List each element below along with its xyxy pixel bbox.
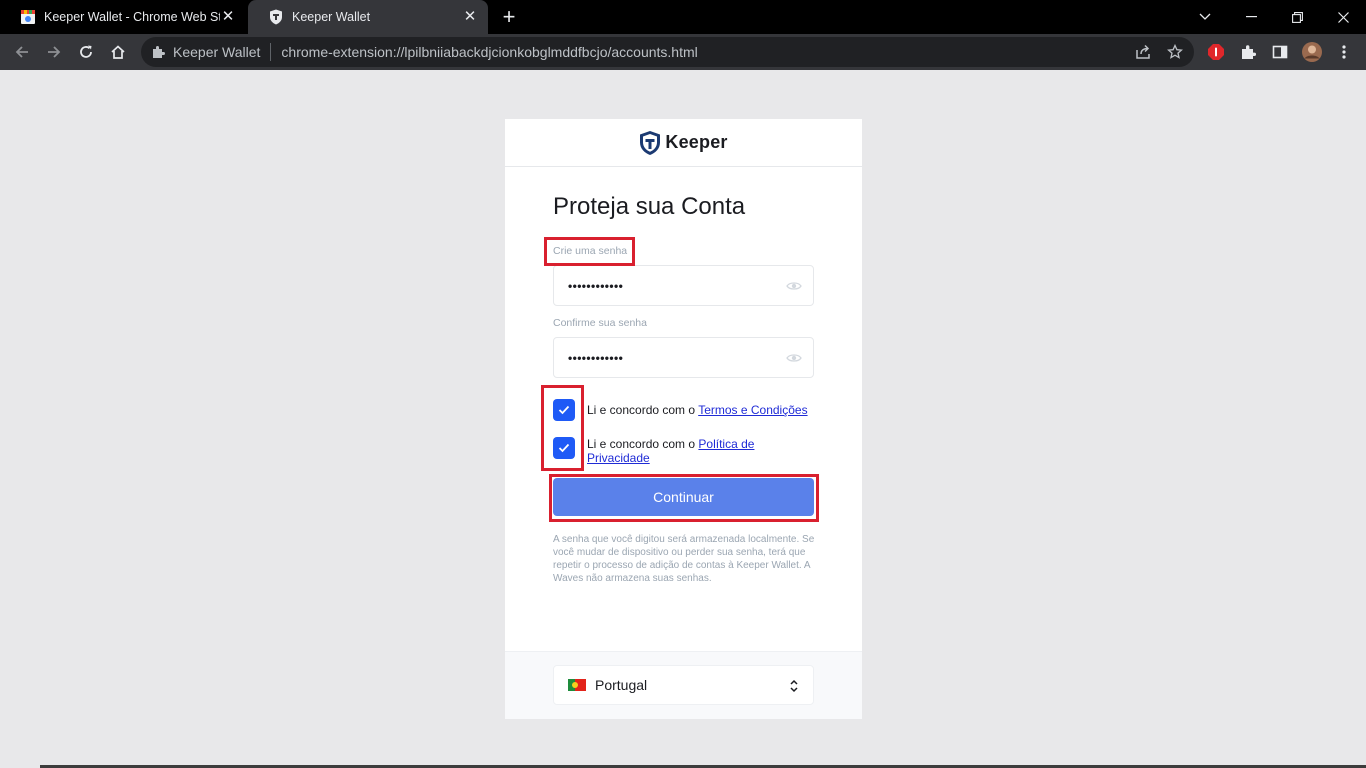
adblock-icon[interactable] xyxy=(1202,38,1230,66)
bookmark-star-icon[interactable] xyxy=(1162,39,1188,65)
password-field[interactable]: •••••••••••• xyxy=(553,265,814,306)
highlight-checkboxes xyxy=(541,385,584,471)
minimize-icon[interactable] xyxy=(1228,0,1274,34)
password-storage-note: A senha que você digitou será armazenada… xyxy=(553,534,815,584)
logo-text: Keeper xyxy=(665,132,728,152)
password-value: •••••••••••• xyxy=(568,278,624,293)
extension-name: Keeper Wallet xyxy=(173,44,261,60)
privacy-text: Li e concordo com o Política de Privacid… xyxy=(587,437,762,465)
language-select[interactable]: Portugal xyxy=(553,665,814,705)
more-menu-icon[interactable] xyxy=(1330,38,1358,66)
page-title: Proteja sua Conta xyxy=(553,193,746,220)
keeper-logo: Keeper xyxy=(639,130,727,156)
portugal-flag-icon xyxy=(568,679,586,691)
highlight-continue-button xyxy=(549,474,819,522)
close-window-icon[interactable] xyxy=(1320,0,1366,34)
terms-text: Li e concordo com o Termos e Condições xyxy=(587,403,808,417)
profile-avatar[interactable] xyxy=(1298,38,1326,66)
up-down-chevron-icon xyxy=(790,679,798,693)
confirm-password-value: •••••••••••• xyxy=(568,350,624,365)
terms-link[interactable]: Termos e Condições xyxy=(698,403,807,417)
extension-chip[interactable]: Keeper Wallet xyxy=(151,44,260,60)
browser-toolbar: Keeper Wallet chrome-extension://lpilbni… xyxy=(0,34,1366,70)
privacy-row: Li e concordo com o Política de Privacid… xyxy=(553,437,823,465)
puzzle-icon xyxy=(153,46,165,58)
show-password-eye-icon[interactable] xyxy=(785,278,803,294)
keeper-shield-icon xyxy=(640,130,661,155)
reload-icon[interactable] xyxy=(72,38,100,66)
language-name: Portugal xyxy=(595,677,648,693)
show-confirm-password-eye-icon[interactable] xyxy=(785,350,803,366)
address-bar[interactable]: Keeper Wallet chrome-extension://lpilbni… xyxy=(141,37,1194,67)
omnibox-divider xyxy=(270,43,272,61)
close-tab-icon[interactable]: ✕ xyxy=(220,9,236,25)
tab-search-icon[interactable] xyxy=(1182,0,1228,34)
url-text[interactable]: chrome-extension://lpilbniiabackdjcionko… xyxy=(281,44,697,60)
extensions-puzzle-icon[interactable] xyxy=(1234,38,1262,66)
card-footer: Portugal xyxy=(505,651,862,719)
keeper-icon xyxy=(268,9,284,25)
web-store-icon xyxy=(20,9,36,25)
confirm-password-field[interactable]: •••••••••••• xyxy=(553,337,814,378)
terms-prefix: Li e concordo com o xyxy=(587,403,699,417)
tab-web-store[interactable]: Keeper Wallet - Chrome Web Store ✕ xyxy=(0,0,246,34)
tab-title: Keeper Wallet xyxy=(292,10,371,24)
back-arrow-icon[interactable] xyxy=(8,38,36,66)
new-tab-button[interactable]: + xyxy=(498,6,520,28)
tab-title: Keeper Wallet - Chrome Web Store xyxy=(44,10,220,24)
side-panel-icon[interactable] xyxy=(1266,38,1294,66)
tab-strip: Keeper Wallet - Chrome Web Store ✕ Keepe… xyxy=(0,0,1366,34)
share-icon[interactable] xyxy=(1130,39,1156,65)
close-tab-icon[interactable]: ✕ xyxy=(462,9,478,25)
tab-keeper-wallet[interactable]: Keeper Wallet ✕ xyxy=(248,0,488,34)
highlight-password-label xyxy=(544,237,635,266)
privacy-prefix: Li e concordo com o xyxy=(587,437,699,451)
terms-row: Li e concordo com o Termos e Condições xyxy=(553,399,823,421)
restore-icon[interactable] xyxy=(1274,0,1320,34)
forward-arrow-icon[interactable] xyxy=(40,38,68,66)
card-header: Keeper xyxy=(505,119,862,167)
confirm-password-label: Confirme sua senha xyxy=(553,317,647,329)
home-icon[interactable] xyxy=(104,38,132,66)
